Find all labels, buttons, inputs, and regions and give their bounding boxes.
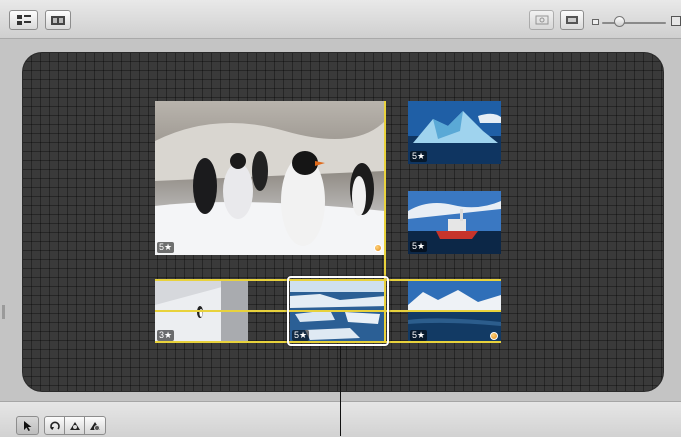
adjust-tool-icon <box>90 421 100 431</box>
zoom-to-fit-icon <box>535 15 548 25</box>
zoom-slider-knob[interactable] <box>614 16 625 27</box>
rating-badge: 5★ <box>157 242 175 253</box>
photo-penguins[interactable]: 5★ <box>155 101 385 255</box>
resize-handle[interactable] <box>2 305 5 319</box>
penguins-image <box>155 101 385 255</box>
rating-badge: 3★ <box>157 330 175 341</box>
pointer-tool-icon <box>23 420 31 431</box>
flag-icon <box>490 332 498 340</box>
photo-browser-button[interactable] <box>45 10 71 30</box>
rating-badge: 5★ <box>410 241 428 252</box>
crop-tool-icon <box>69 421 80 430</box>
zoom-slider[interactable] <box>602 22 666 24</box>
rating-badge: 5★ <box>410 330 428 341</box>
zoom-in-icon[interactable] <box>671 16 681 26</box>
crop-tool-button[interactable] <box>64 416 85 435</box>
photo-iceberg[interactable]: 5★ <box>408 101 501 164</box>
arrange-button[interactable] <box>9 10 38 30</box>
flag-icon <box>374 244 382 252</box>
callout-line <box>340 346 341 436</box>
zoom-to-fit-button[interactable] <box>529 10 554 30</box>
view-mode-button[interactable] <box>560 10 584 30</box>
pointer-tool-button[interactable] <box>16 416 39 435</box>
rotate-tool-icon <box>49 421 60 430</box>
selection-frame <box>287 276 389 346</box>
rating-badge: 5★ <box>410 151 428 162</box>
adjust-tool-button[interactable] <box>84 416 106 435</box>
rotate-tool-button[interactable] <box>44 416 65 435</box>
arrange-icon <box>16 15 31 25</box>
photo-browser-icon <box>51 16 65 25</box>
photo-ship[interactable]: 5★ <box>408 191 501 254</box>
top-toolbar <box>0 0 681 39</box>
zoom-out-icon[interactable] <box>592 19 599 25</box>
view-mode-icon <box>566 16 578 24</box>
